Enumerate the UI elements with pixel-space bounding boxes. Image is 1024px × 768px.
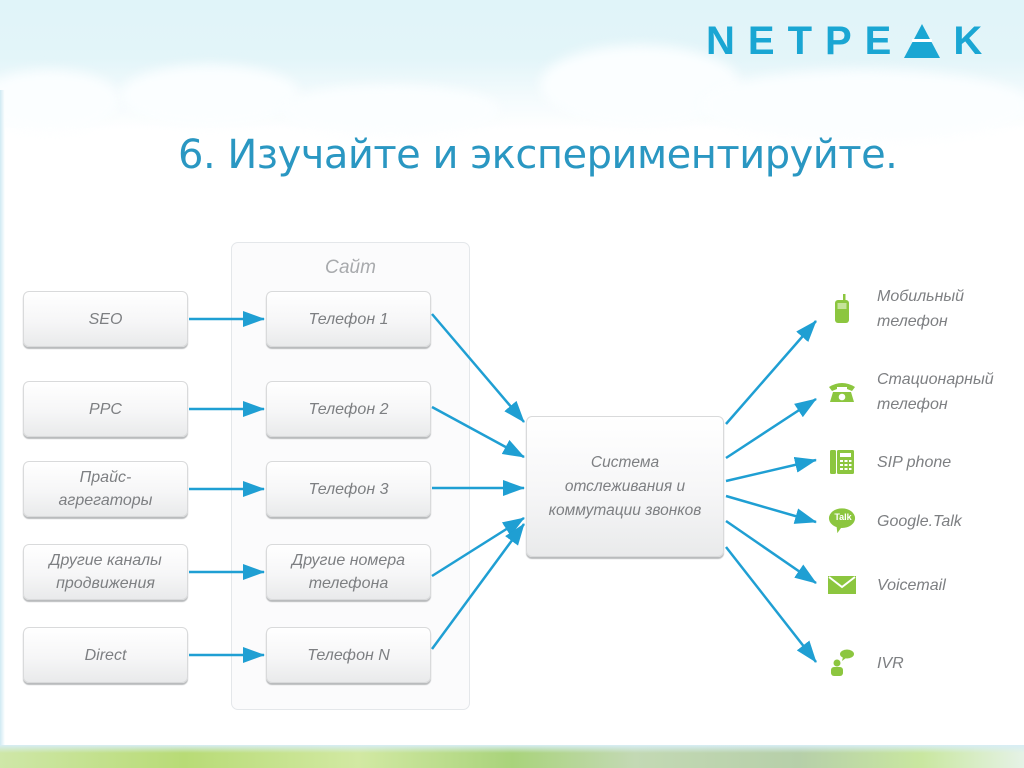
- destination-label: SIP phone: [877, 453, 952, 471]
- netpeak-logo: NETPE K: [706, 18, 995, 64]
- peak-triangle-icon: [904, 24, 941, 58]
- envelope-icon: [828, 571, 856, 599]
- destination-ivr: IVR: [828, 649, 904, 677]
- phone-node-other-numbers: Другие номера телефона: [266, 544, 431, 600]
- slide-edge: [0, 90, 5, 750]
- node-label: SEO: [88, 310, 123, 328]
- cloud-decoration: [700, 70, 1024, 140]
- arrow-hub-to-gtalk: [725, 494, 817, 524]
- node-label: PPC: [89, 400, 122, 418]
- mobile-phone-icon: [828, 294, 856, 323]
- destination-mobile: Мобильный телефон: [828, 284, 964, 334]
- node-label: Другие каналы продвижения: [49, 552, 162, 592]
- arrow-hub-to-voicemail: [725, 519, 817, 585]
- sip-phone-icon: [828, 448, 856, 476]
- node-label: Телефон 3: [308, 480, 389, 498]
- arrow-hub-to-ivr: [725, 546, 817, 663]
- node-label: Direct: [84, 646, 127, 664]
- site-group-label: Сайт: [325, 257, 376, 278]
- source-node-seo: SEO: [23, 291, 188, 347]
- call-tracking-hub-node: Система отслеживания и коммутации звонко…: [526, 416, 724, 557]
- google-talk-icon: Talk: [828, 507, 856, 535]
- phone-node-3: Телефон 3: [266, 461, 431, 517]
- node-label: Телефон 2: [308, 400, 389, 418]
- source-node-price-aggregators: Прайс- агрегаторы: [23, 461, 188, 517]
- arrow-hub-to-landline: [725, 397, 817, 460]
- grass-footer: [0, 745, 1024, 768]
- cloud-decoration: [280, 85, 500, 135]
- destination-google-talk: Talk Google.Talk: [828, 507, 962, 535]
- phone-node-1: Телефон 1: [266, 291, 431, 347]
- arrow-hub-to-mobile: [725, 320, 817, 425]
- source-node-direct: Direct: [23, 627, 188, 683]
- source-node-ppc: PPC: [23, 381, 188, 437]
- destination-label: Google.Talk: [877, 512, 962, 530]
- destination-landline: Стационарный телефон: [828, 367, 994, 417]
- node-label: Система отслеживания и коммутации звонко…: [548, 453, 702, 519]
- cloud-decoration: [120, 65, 300, 125]
- destination-sip: SIP phone: [828, 448, 951, 476]
- node-label: Другие номера телефона: [291, 552, 406, 592]
- destination-label: Voicemail: [877, 576, 946, 594]
- slide-title: 6. Изучайте и экспериментируйте.: [178, 132, 898, 178]
- phone-node-2: Телефон 2: [266, 381, 431, 437]
- destination-label: IVR: [877, 654, 904, 672]
- ivr-person-icon: [828, 649, 856, 677]
- google-talk-icon-text: Talk: [834, 512, 852, 522]
- landline-phone-icon: [828, 378, 856, 406]
- destination-label: Стационарный телефон: [877, 371, 994, 413]
- logo-text-right: K: [953, 18, 996, 63]
- node-label: Телефон N: [307, 646, 390, 664]
- phone-node-n: Телефон N: [266, 627, 431, 683]
- source-node-other-channels: Другие каналы продвижения: [23, 544, 188, 600]
- arrow-hub-to-sip: [725, 456, 817, 483]
- node-label: Прайс- агрегаторы: [58, 469, 153, 509]
- destination-voicemail: Voicemail: [828, 571, 946, 599]
- destination-label: Мобильный телефон: [877, 288, 965, 330]
- node-label: Телефон 1: [308, 310, 389, 328]
- logo-text-left: NETPE: [706, 18, 905, 63]
